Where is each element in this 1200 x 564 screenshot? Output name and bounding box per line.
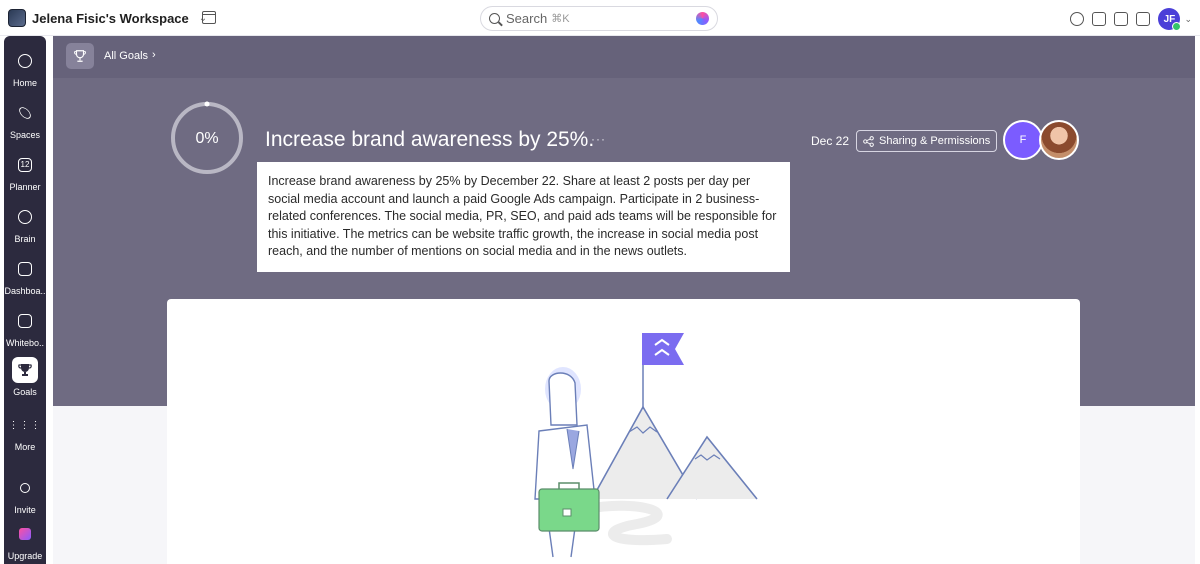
nav-item-invite[interactable]: Invite bbox=[4, 475, 46, 515]
nav-item-home[interactable]: Home bbox=[4, 48, 46, 88]
notepad-icon[interactable] bbox=[1114, 12, 1129, 26]
invite-icon bbox=[12, 475, 38, 501]
chevron-right-icon: › bbox=[152, 49, 156, 61]
sharing-permissions-label: Sharing & Permissions bbox=[879, 135, 991, 147]
breadcrumb-all-goals[interactable]: All Goals bbox=[104, 50, 148, 62]
nav-label: Home bbox=[12, 78, 37, 88]
upgrade-icon bbox=[12, 521, 38, 547]
nav-label: Goals bbox=[13, 387, 37, 397]
nav-item-brain[interactable]: Brain bbox=[4, 204, 46, 244]
progress-percent: 0% bbox=[195, 130, 219, 147]
nav-item-planner[interactable]: 12 Planner bbox=[4, 152, 46, 192]
nav-item-goals[interactable]: Goals bbox=[4, 357, 46, 397]
search-shortcut: ⌘K bbox=[551, 13, 570, 25]
goal-description[interactable]: Increase brand awareness by 25% by Decem… bbox=[257, 162, 790, 272]
nav-label: Dashboa.. bbox=[4, 286, 46, 296]
trophy-icon[interactable] bbox=[66, 43, 94, 69]
nav-label: Whitebo.. bbox=[5, 338, 45, 348]
trophy-icon bbox=[12, 357, 38, 383]
spaces-icon bbox=[12, 100, 38, 126]
member-avatar[interactable] bbox=[1039, 120, 1079, 160]
video-icon[interactable] bbox=[1092, 12, 1107, 26]
workspace-logo bbox=[8, 9, 26, 27]
search-bar[interactable]: Search ⌘K bbox=[480, 6, 718, 31]
chevron-down-icon[interactable]: ⌄ bbox=[1184, 14, 1192, 25]
brain-icon bbox=[12, 204, 38, 230]
due-date[interactable]: Dec 22 bbox=[811, 134, 849, 148]
more-options-icon[interactable]: ··· bbox=[591, 132, 606, 146]
ai-icon[interactable] bbox=[696, 12, 709, 25]
check-circle-icon[interactable] bbox=[1070, 12, 1085, 26]
workspace-switcher[interactable]: Jelena Fisic's Workspace ⌄ bbox=[8, 8, 207, 28]
user-avatar[interactable]: JF bbox=[1158, 8, 1182, 31]
breadcrumb: All Goals › bbox=[53, 36, 1195, 78]
calendar-icon[interactable] bbox=[202, 11, 216, 24]
left-navigation: Home Spaces 12 Planner Brain Dashboa.. W… bbox=[4, 36, 46, 564]
nav-label: Spaces bbox=[9, 130, 41, 140]
nav-label: Brain bbox=[14, 234, 36, 244]
workspace-name: Jelena Fisic's Workspace bbox=[32, 10, 189, 26]
apps-icon[interactable] bbox=[1136, 12, 1151, 26]
search-label: Search bbox=[506, 11, 548, 26]
nav-label: More bbox=[14, 442, 36, 452]
owner-avatar[interactable]: F bbox=[1003, 120, 1043, 160]
grid-icon: ⋮⋮⋮ bbox=[8, 419, 42, 431]
dashboard-icon bbox=[12, 256, 38, 282]
nav-item-whiteboards[interactable]: Whitebo.. bbox=[4, 308, 46, 348]
goal-title[interactable]: Increase brand awareness by 25%. bbox=[265, 128, 594, 152]
whiteboard-icon bbox=[12, 308, 38, 334]
main-content: All Goals › 0% Increase brand awareness … bbox=[53, 36, 1195, 564]
nav-item-upgrade[interactable]: Upgrade bbox=[4, 521, 46, 561]
nav-label: Planner bbox=[9, 182, 41, 192]
empty-state-illustration bbox=[534, 333, 758, 558]
goal-targets-card bbox=[167, 299, 1080, 564]
home-icon bbox=[12, 48, 38, 74]
nav-label: Invite bbox=[14, 505, 36, 515]
top-right-tools: JF ⌄ bbox=[1070, 8, 1192, 31]
search-icon bbox=[489, 13, 500, 24]
nav-item-more[interactable]: ⋮⋮⋮ More bbox=[4, 412, 46, 452]
nav-label: Upgrade bbox=[7, 551, 43, 561]
calendar-icon: 12 bbox=[12, 152, 38, 178]
share-icon bbox=[863, 135, 874, 147]
sharing-permissions-button[interactable]: Sharing & Permissions bbox=[856, 130, 998, 152]
nav-item-dashboards[interactable]: Dashboa.. bbox=[4, 256, 46, 296]
nav-item-spaces[interactable]: Spaces bbox=[4, 100, 46, 140]
top-bar: Jelena Fisic's Workspace ⌄ Search ⌘K JF … bbox=[0, 0, 1200, 36]
